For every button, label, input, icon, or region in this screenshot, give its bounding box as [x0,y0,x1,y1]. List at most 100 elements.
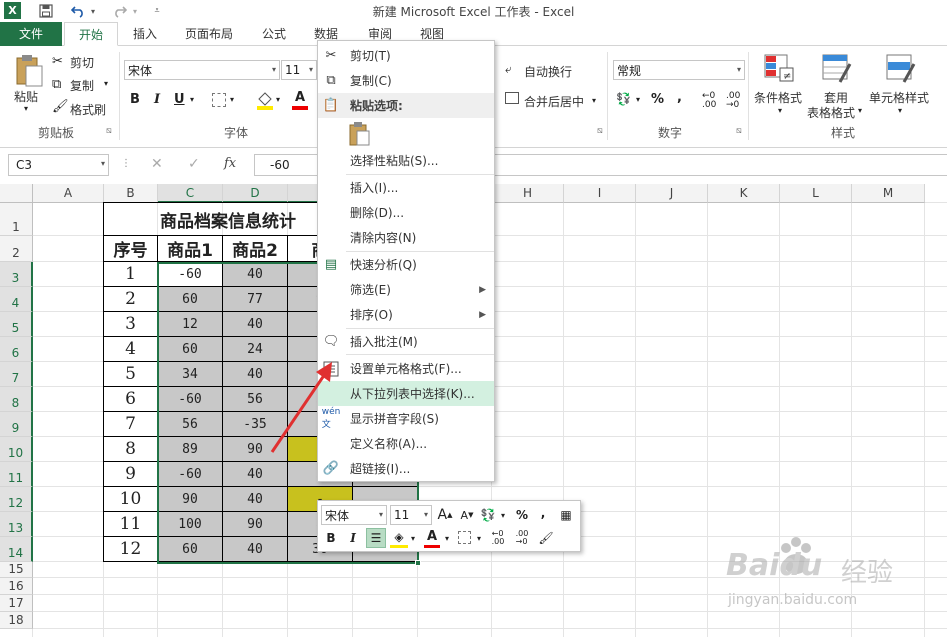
menu-item-quick-analysis[interactable]: ▤ 快速分析(Q) [318,252,494,277]
row-header-1[interactable]: 1 [0,203,33,236]
merge-dropdown-icon[interactable]: ▾ [592,96,596,105]
tab-page-layout[interactable]: 页面布局 [176,22,242,46]
wrap-text-icon[interactable]: ⤶ [505,62,512,77]
data-cell-d[interactable]: 40 [223,462,288,487]
data-cell-c[interactable]: 89 [158,437,223,462]
row-header-4[interactable]: 4 [0,287,33,312]
mini-borders-dropdown-icon[interactable]: ▾ [474,528,484,548]
accounting-format-icon[interactable]: 💱 [616,92,631,106]
decrease-decimal-icon[interactable]: .00 →0 [726,92,740,110]
tab-file[interactable]: 文件 [0,22,62,46]
table-header-cell[interactable]: 序号 [104,236,158,262]
row-number-cell[interactable]: 5 [104,362,158,387]
data-cell-d[interactable]: 40 [223,537,288,562]
mini-font-color-icon[interactable]: A [424,528,440,548]
percent-style-button[interactable]: % [651,92,664,107]
column-header-L[interactable]: L [780,184,852,203]
italic-button[interactable]: I [154,92,160,107]
increase-decimal-icon[interactable]: ←0.00 [702,92,716,110]
mini-borders-icon[interactable] [458,531,471,544]
insert-function-button[interactable]: fx [224,156,236,171]
row-number-cell[interactable]: 3 [104,312,158,337]
row-number-cell[interactable]: 10 [104,487,158,512]
mini-increase-decimal-icon[interactable]: ←0.00 [488,528,508,548]
accounting-dropdown-icon[interactable]: ▾ [636,95,640,104]
borders-dropdown-icon[interactable]: ▾ [230,95,234,104]
column-header-B[interactable]: B [104,184,158,203]
formula-bar-resize-icon[interactable]: ⋮ [121,158,131,169]
tab-insert[interactable]: 插入 [122,22,168,46]
copy-icon[interactable]: ⧉ [52,77,61,92]
comma-style-button[interactable]: , [677,90,682,105]
data-cell-d[interactable]: 56 [223,387,288,412]
cell-styles-icon[interactable] [886,54,916,84]
merge-center-icon[interactable] [505,92,519,104]
format-as-table-line2[interactable]: 表格格式 [807,104,855,121]
data-cell-d[interactable]: 40 [223,487,288,512]
sheet-title-cell[interactable]: 商品档案信息统计 [104,203,353,236]
paste-icon[interactable] [14,54,44,88]
row-header-8[interactable]: 8 [0,387,33,412]
tab-home[interactable]: 开始 [64,22,118,46]
format-table-dropdown-icon[interactable]: ▾ [858,106,862,115]
mini-format-table-icon[interactable]: ▦ [556,505,576,525]
borders-icon[interactable] [212,93,226,107]
clipboard-launcher-icon[interactable]: ⧅ [106,126,112,136]
menu-item-paste-special[interactable]: 选择性粘贴(S)... [318,148,494,173]
row-header-16[interactable]: 16 [0,578,33,595]
conditional-formatting-icon[interactable]: ≠ [764,54,794,82]
row-header-18[interactable]: 18 [0,612,33,629]
cancel-entry-icon[interactable]: ✕ [151,156,163,172]
data-cell-c[interactable]: 12 [158,312,223,337]
row-header-17[interactable]: 17 [0,595,33,612]
paste-option-icon[interactable] [348,121,372,147]
column-header-A[interactable]: A [33,184,104,203]
menu-item-clear-contents[interactable]: 清除内容(N) [318,225,494,250]
data-cell-c[interactable]: 56 [158,412,223,437]
row-number-cell[interactable]: 6 [104,387,158,412]
row-header-9[interactable]: 9 [0,412,33,437]
menu-item-cut[interactable]: ✂ 剪切(T) [318,43,494,68]
paste-button[interactable]: 粘贴 [14,88,38,105]
row-header-3[interactable]: 3 [0,262,33,287]
number-format-select[interactable]: 常规 ▾ [613,60,745,80]
name-box[interactable]: C3 ▾ [8,154,109,176]
font-color-icon[interactable]: A [292,90,308,110]
underline-button[interactable]: U [174,92,185,107]
data-cell-d[interactable]: 90 [223,437,288,462]
menu-item-delete[interactable]: 删除(D)... [318,200,494,225]
mini-accounting-dropdown-icon[interactable]: ▾ [498,505,508,525]
conditional-formatting-button[interactable]: 条件格式 [754,89,802,106]
select-all-corner[interactable] [0,184,33,203]
column-header-H[interactable]: H [492,184,564,203]
menu-item-copy[interactable]: ⧉ 复制(C) [318,68,494,93]
menu-item-insert-comment[interactable]: 🗨 插入批注(M) [318,329,494,354]
cell-styles-button[interactable]: 单元格样式 [869,89,929,106]
data-cell-c[interactable]: -60 [158,462,223,487]
column-header-K[interactable]: K [708,184,780,203]
mini-comma-button[interactable]: , [536,503,550,523]
menu-item-define-name[interactable]: 定义名称(A)... [318,431,494,456]
column-header-J[interactable]: J [636,184,708,203]
row-header-15[interactable]: 15 [0,562,33,578]
menu-item-hyperlink[interactable]: 🔗 超链接(I)... [318,456,494,481]
menu-item-phonetic-field[interactable]: wén 文 显示拼音字段(S) [318,406,494,431]
tab-formulas[interactable]: 公式 [252,22,296,46]
alignment-launcher-icon[interactable]: ⧅ [597,126,603,136]
mini-font-name-select[interactable]: 宋体 ▾ [321,505,387,525]
row-header-10[interactable]: 10 [0,437,33,462]
increase-font-size-button[interactable]: A ▲ [436,505,454,525]
row-number-cell[interactable]: 4 [104,337,158,362]
row-header-11[interactable]: 11 [0,462,33,487]
cell-styles-dropdown-icon[interactable]: ▾ [898,106,902,115]
data-cell-c[interactable]: -60 [158,387,223,412]
data-cell-c[interactable]: 60 [158,537,223,562]
data-cell-d[interactable]: -35 [223,412,288,437]
menu-item-filter[interactable]: 筛选(E) ▶ [318,277,494,302]
cut-icon[interactable]: ✂ [52,54,63,69]
column-header-C[interactable]: C [158,184,223,203]
menu-item-pick-from-list[interactable]: 从下拉列表中选择(K)... [318,381,494,406]
row-header-13[interactable]: 13 [0,512,33,537]
format-as-table-icon[interactable] [822,54,852,84]
mini-bold-button[interactable]: B [322,528,340,548]
